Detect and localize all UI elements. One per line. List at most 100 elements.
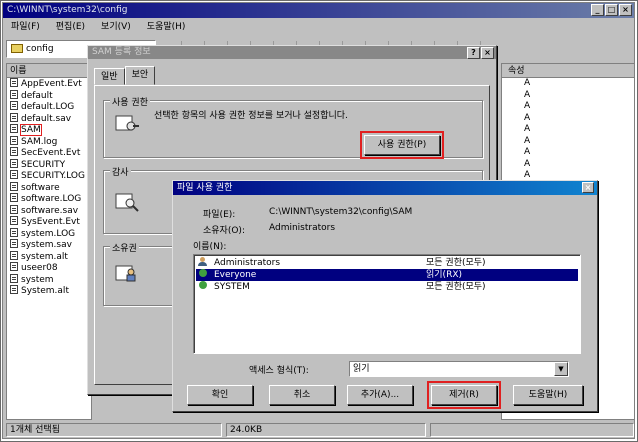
properties-title-bar: SAM 등록 정보 ? ×	[88, 46, 496, 59]
file-name: SysEvent.Evt	[21, 217, 80, 227]
file-list-item[interactable]: default	[7, 89, 91, 102]
tab-general[interactable]: 일반	[94, 68, 125, 85]
file-list-item[interactable]: SECURITY	[7, 158, 91, 171]
globe-icon	[198, 269, 209, 278]
file-icon	[10, 112, 18, 122]
file-icon	[10, 89, 18, 99]
chevron-down-icon[interactable]: ▼	[554, 362, 568, 376]
file-list-item[interactable]: system.sav	[7, 239, 91, 251]
file-icon	[10, 239, 18, 248]
status-selection: 1개체 선택됨	[6, 423, 222, 437]
ownership-icon	[115, 265, 136, 282]
menu-view[interactable]: 보기(V)	[101, 19, 131, 35]
ok-button[interactable]: 확인	[187, 385, 253, 405]
file-icon	[10, 124, 18, 133]
file-name: system.sav	[21, 240, 72, 250]
file-icon	[10, 250, 18, 260]
access-type-value: 읽기	[353, 364, 370, 374]
file-icon	[10, 101, 18, 110]
file-icon	[10, 135, 18, 145]
file-list-item[interactable]: default.sav	[7, 112, 91, 125]
access-type-select[interactable]: 읽기 ▼	[349, 361, 569, 377]
help-button[interactable]: ?	[467, 47, 480, 59]
properties-close-button[interactable]: ×	[481, 47, 494, 59]
file-list-item[interactable]: SysEvent.Evt	[7, 216, 91, 228]
close-button[interactable]: ×	[619, 4, 632, 16]
status-bar: 1개체 선택됨 24.0KB	[6, 423, 634, 437]
file-list-item[interactable]: system.LOG	[7, 227, 91, 240]
list-item-system[interactable]: SYSTEM 모든 권한(모두)	[196, 281, 578, 293]
attribute-column-header[interactable]: 속성	[502, 64, 634, 78]
file-list-item[interactable]: system.alt	[7, 250, 91, 263]
tab-security[interactable]: 보안	[124, 66, 156, 85]
file-list-item[interactable]: software	[7, 181, 91, 194]
file-list-item[interactable]: software.LOG	[7, 193, 91, 205]
add-button[interactable]: 추가(A)...	[347, 385, 413, 405]
maximize-button[interactable]: □	[605, 4, 618, 16]
file-icon	[10, 262, 18, 271]
file-name: system	[21, 274, 54, 285]
file-list-item[interactable]: software.sav	[7, 204, 91, 217]
list-item-administrators[interactable]: Administrators 모든 권한(모두)	[196, 257, 578, 269]
name-column-header[interactable]: 이름	[7, 64, 91, 78]
file-list-item[interactable]: SECURITY.LOG	[7, 170, 91, 182]
permissions-group-label: 사용 권한	[110, 95, 150, 108]
file-name: default.LOG	[21, 102, 75, 112]
ownership-group-label: 소유권	[110, 241, 139, 254]
status-size: 24.0KB	[226, 423, 426, 437]
file-icon	[10, 147, 18, 156]
file-list-item[interactable]: SAM.log	[7, 135, 91, 148]
file-list-item[interactable]: SecEvent.Evt	[7, 147, 91, 159]
file-icon	[10, 204, 18, 214]
attribute-value: A	[524, 124, 531, 134]
menu-help[interactable]: 도움말(H)	[147, 19, 186, 35]
cancel-button[interactable]: 취소	[269, 385, 335, 405]
list-item-everyone[interactable]: Everyone 읽기(RX)	[196, 269, 578, 281]
file-name: AppEvent.Evt	[21, 79, 82, 89]
permissions-title: 파일 사용 권한	[177, 183, 233, 193]
permissions-button[interactable]: 사용 권한(P)	[360, 131, 444, 159]
file-icon	[10, 78, 18, 87]
attribute-value: A	[524, 101, 531, 111]
file-list-item[interactable]: useer08	[7, 262, 91, 274]
file-icon	[10, 193, 18, 202]
file-name: software.LOG	[21, 194, 82, 204]
remove-button[interactable]: 제거(R)	[427, 381, 501, 409]
owner-value: Administrators	[269, 223, 336, 233]
file-list: AppEvent.Evt default default.LOG default.sa…	[7, 78, 91, 297]
file-name: System.alt	[21, 286, 69, 296]
file-icon	[10, 158, 18, 168]
status-empty	[430, 423, 634, 437]
attribute-value: A	[524, 89, 531, 100]
minimize-button[interactable]: _	[591, 4, 604, 16]
file-list-item[interactable]: system	[7, 273, 91, 286]
file-list-pane[interactable]: 이름 AppEvent.Evt default default.LOG default…	[6, 63, 92, 420]
properties-controls: ? ×	[467, 47, 494, 59]
perm-help-button[interactable]: 도움말(H)	[513, 385, 583, 405]
file-list-item[interactable]: AppEvent.Evt	[7, 78, 91, 90]
file-list-item[interactable]: System.alt	[7, 285, 91, 297]
system-icon	[198, 281, 209, 290]
address-text: config	[26, 44, 54, 54]
file-name: SECURITY	[21, 159, 66, 170]
attribute-value: A	[524, 147, 531, 157]
folder-icon	[11, 44, 23, 53]
file-name: useer08	[21, 263, 58, 273]
explorer-title-bar: C:\WINNT\system32\config _ □ ×	[3, 3, 634, 18]
file-icon	[10, 285, 18, 294]
file-list-item[interactable]: SAM	[7, 124, 91, 136]
file-list-item[interactable]: default.LOG	[7, 101, 91, 113]
file-name: SAM.log	[21, 136, 58, 147]
name-label: 이름(N):	[193, 242, 227, 252]
permissions-list[interactable]: Administrators 모든 권한(모두) Everyone 읽기(RX)…	[193, 254, 581, 354]
explorer-title: C:\WINNT\system32\config	[7, 5, 128, 15]
file-name: system.alt	[21, 251, 68, 262]
file-name: SAM	[20, 124, 42, 136]
file-label: 파일(E):	[203, 210, 236, 220]
file-name: software	[21, 182, 60, 193]
menu-edit[interactable]: 편집(E)	[56, 19, 85, 35]
audit-icon	[115, 193, 139, 212]
permissions-title-bar: 파일 사용 권한 ×	[173, 181, 597, 195]
permissions-close-button[interactable]: ×	[582, 182, 594, 193]
menu-file[interactable]: 파일(F)	[11, 19, 40, 35]
